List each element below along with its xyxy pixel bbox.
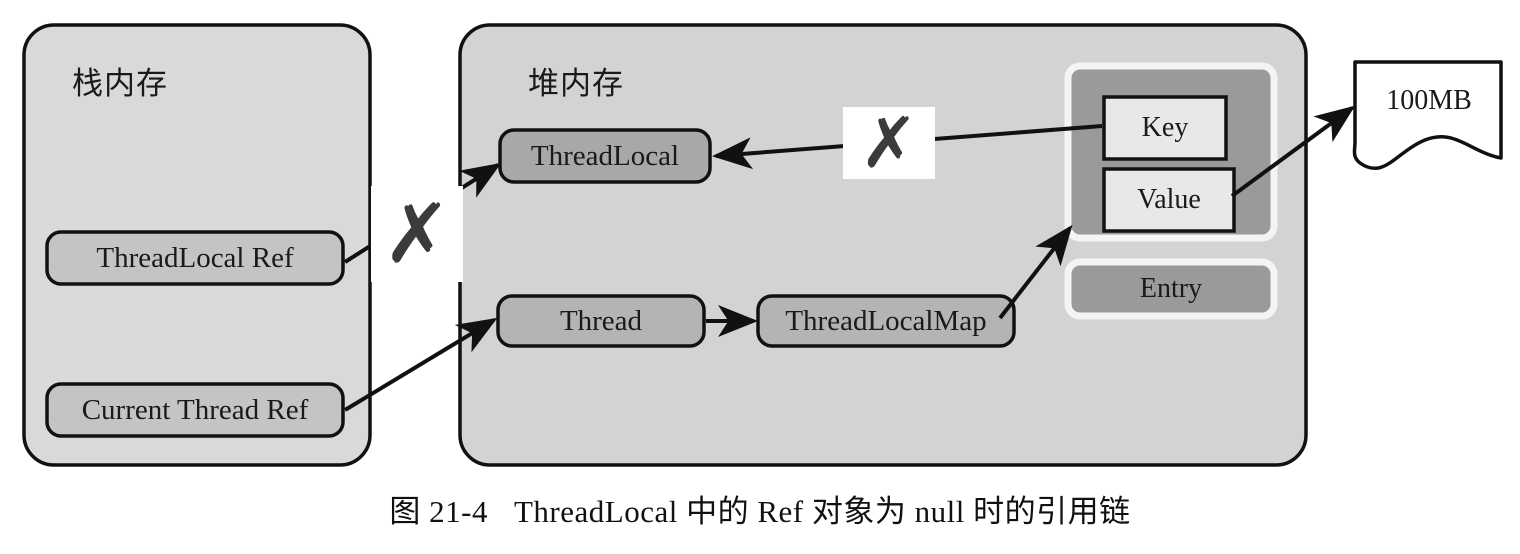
figure-caption: 图 21-4 ThreadLocal 中的 Ref 对象为 null 时的引用链 bbox=[0, 486, 1520, 531]
broken-reference-x-icon-heap: ✗ bbox=[843, 102, 935, 184]
node-key[interactable] bbox=[1102, 95, 1228, 161]
node-threadlocalmap[interactable] bbox=[756, 294, 1016, 348]
node-memory-blob[interactable] bbox=[1352, 60, 1503, 171]
caption-number: 图 21-4 bbox=[389, 494, 488, 529]
node-threadlocal-ref[interactable] bbox=[45, 230, 345, 286]
figure-container: 栈内存 堆内存 ThreadLocal Ref Current Thread R… bbox=[0, 0, 1520, 554]
broken-reference-x-icon-stack: ✗ bbox=[371, 186, 463, 282]
caption-text: ThreadLocal 中的 Ref 对象为 null 时的引用链 bbox=[513, 494, 1131, 529]
node-threadlocal[interactable] bbox=[498, 128, 712, 184]
node-thread[interactable] bbox=[496, 294, 706, 348]
node-entry[interactable] bbox=[1064, 258, 1278, 320]
node-value[interactable] bbox=[1102, 167, 1236, 233]
node-current-thread-ref[interactable] bbox=[45, 382, 345, 438]
diagram-canvas bbox=[22, 23, 1503, 467]
